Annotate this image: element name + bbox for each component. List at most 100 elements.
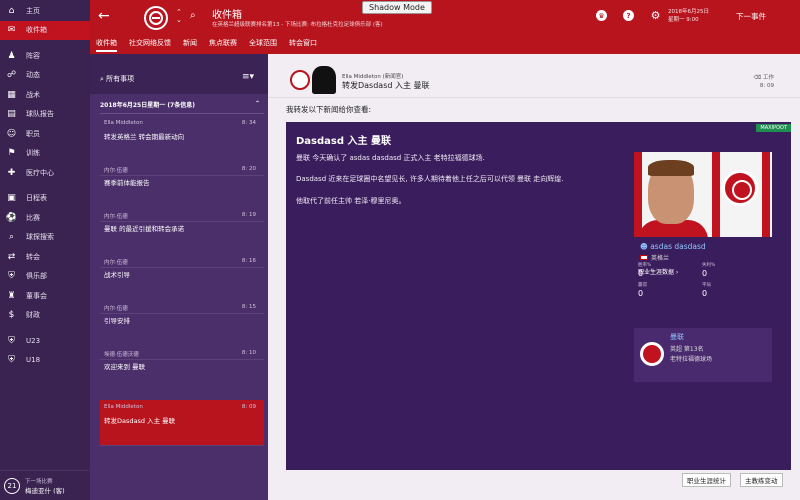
search-icon[interactable]: ⌕ [190, 10, 196, 21]
club-crest-icon [722, 170, 758, 206]
sidebar-nav: ⌂ 主页 ✉ 收件箱 ♟ 阵容 ☍ 动态 ▦ 战术 ▤ 球队报告 ☺ 职员 ⚑ 训练 ✚ 医疗中心 ▣ 日程表 ⚽ 比赛 ⌕… [0, 0, 90, 370]
continue-button[interactable]: 下一事件 [702, 0, 800, 32]
message-from: 内尔·伍德 [104, 214, 128, 220]
sidebar-item-label: 职员 [26, 129, 40, 138]
sidebar-item-training[interactable]: ⚑ 训练 [0, 144, 90, 164]
back-arrow-icon[interactable]: ← [98, 8, 110, 24]
player-nation-label: 英格兰 [651, 255, 670, 262]
stat-label: 失利% [702, 263, 716, 268]
sidebar-item-label: U18 [26, 356, 41, 365]
sidebar-item-label: 董事会 [26, 291, 47, 300]
message-subject: 转发英格兰 转会期最新动向 [104, 133, 185, 141]
message-item[interactable]: Ella Middleton 转发Dasdasd 入主 曼联 8: 09 [100, 400, 264, 446]
message-item[interactable]: 埃德·伍德沃德 欢迎来到 曼联 8: 10 [100, 346, 264, 406]
chevron-up-icon: ⌃ [254, 100, 260, 107]
sidebar-item-tactics[interactable]: ▦ 战术 [0, 85, 90, 105]
sidebar-item-inbox[interactable]: ✉ 收件箱 [0, 20, 90, 40]
person-icon: ☻ [640, 242, 651, 251]
coach-move-button[interactable]: 主教练变动 [740, 473, 783, 487]
sender-name[interactable]: Ella Middleton (新闻官) [342, 72, 403, 80]
club-name[interactable]: 曼联 [670, 332, 684, 342]
sidebar-item-staff[interactable]: ☺ 职员 [0, 124, 90, 144]
sidebar-item-squad[interactable]: ♟ 阵容 [0, 46, 90, 66]
article-title: Dasdasd 入主 曼联 [296, 136, 391, 147]
tab-0[interactable]: 收件箱 [96, 38, 117, 52]
article-paragraph-3: 他取代了前任主帅 若泽·穆里尼奥。 [296, 197, 406, 205]
sidebar-item-label: 转会 [26, 252, 40, 261]
home-icon: ⌂ [8, 5, 15, 16]
sidebar-item-match[interactable]: ⚽ 比赛 [0, 208, 90, 228]
staff-icon: ☺ [6, 128, 17, 139]
message-from: Ella Middleton [104, 404, 143, 410]
message-time: 8: 09 [241, 404, 256, 410]
club-stadium: 老特拉福德球场 [670, 356, 713, 363]
message-list-pane: ⌕ 所有事项 ≡▾ 2018年6月25日星期一 (7条信息) ⌃ Ella Mi… [90, 54, 268, 500]
message-from: 内尔·伍德 [104, 168, 128, 174]
board-icon: ♜ [7, 290, 16, 301]
sender-club-crest-icon [290, 70, 310, 90]
club-crest-icon[interactable] [144, 6, 168, 30]
next-match-panel[interactable]: 21 下一场比赛 梅迪亚什 (客) [0, 470, 90, 500]
sidebar-item-label: 财政 [26, 311, 40, 320]
message-time: 8: 09 [759, 83, 774, 89]
message-subject: 引导安排 [104, 317, 130, 325]
sidebar-item-board[interactable]: ♜ 董事会 [0, 286, 90, 306]
match-icon: ⚽ [5, 212, 18, 223]
news-article: MAXIPOOT Dasdasd 入主 曼联 曼联 今天确认了 asdas da… [286, 122, 791, 470]
message-time: 8: 10 [241, 350, 256, 356]
sender-avatar[interactable] [312, 66, 336, 94]
all-items-filter[interactable]: ⌕ 所有事项 [100, 74, 134, 84]
sidebar-item-home[interactable]: ⌂ 主页 [0, 1, 90, 21]
sidebar-item-calendar[interactable]: ▣ 日程表 [0, 189, 90, 209]
sidebar-item-club[interactable]: ⛨ 俱乐部 [0, 267, 90, 287]
help-icon[interactable]: ? [623, 10, 634, 21]
list-menu-icon[interactable]: ≡▾ [242, 72, 254, 82]
tab-4[interactable]: 全球范围 [249, 38, 277, 52]
date-group-header[interactable]: 2018年6月25日星期一 (7条信息) ⌃ [100, 100, 264, 114]
tab-2[interactable]: 新闻 [183, 38, 197, 52]
tab-1[interactable]: 社交网络反馈 [129, 38, 171, 52]
message-from: Ella Middleton [104, 120, 143, 126]
top-header: ← ⌃ ⌄ ⌕ 收件箱 在英格兰超级联赛排名第13 - 下场比赛: 布拉格杜克拉足… [90, 0, 800, 54]
sidebar-item-label: 收件箱 [26, 26, 47, 35]
u23-icon: ⛨ [8, 335, 15, 346]
career-stats-link[interactable]: 职业生涯数据 › [638, 267, 678, 276]
tab-3[interactable]: 焦点联赛 [209, 38, 237, 52]
dynamics-icon: ☍ [6, 70, 17, 81]
message-subject: 转发Dasdasd 入主 曼联 [104, 417, 176, 425]
club-rank: 英超 第13名 [670, 346, 704, 353]
tab-5[interactable]: 转会窗口 [289, 38, 317, 52]
up-down-chevron-icon[interactable]: ⌃ ⌄ [176, 8, 182, 24]
reading-pane: Ella Middleton (新闻官) 转发Dasdasd 入主 曼联 ⌫ 工… [268, 54, 800, 500]
sidebar-item-medical[interactable]: ✚ 医疗中心 [0, 163, 90, 183]
message-time: 8: 19 [241, 212, 256, 218]
date-group-label: 2018年6月25日星期一 (7条信息) [100, 102, 195, 109]
message-time: 8: 16 [241, 258, 256, 264]
sidebar-item-scouting[interactable]: ⌕ 球探搜索 [0, 228, 90, 248]
sidebar-item-u18[interactable]: ⛨ U18 [0, 351, 90, 371]
next-match-label: 下一场比赛 [25, 478, 53, 485]
flag-icon [640, 255, 648, 260]
sidebar-item-u23[interactable]: ⛨ U23 [0, 331, 90, 351]
sidebar-item-transfer[interactable]: ⇄ 转会 [0, 247, 90, 267]
career-stats-button[interactable]: 职业生涯统计 [682, 473, 731, 487]
player-portrait[interactable] [634, 152, 772, 237]
message-from: 内尔·伍德 [104, 260, 128, 266]
report-icon: ▤ [7, 109, 16, 120]
stat-label: 平局 [702, 283, 711, 288]
sidebar-item-dynamics[interactable]: ☍ 动态 [0, 66, 90, 86]
header-icons: ♛ ? ⚙ [596, 9, 661, 22]
player-name[interactable]: ☻ asdas dasdasd [640, 242, 706, 251]
tag-icon: ⌫ [753, 75, 763, 81]
trophy-icon[interactable]: ♛ [596, 10, 607, 21]
sidebar-item-report[interactable]: ▤ 球队报告 [0, 105, 90, 125]
club-crest-icon [640, 342, 664, 366]
sidebar-item-label: 比赛 [26, 213, 40, 222]
sidebar-item-finance[interactable]: $ 财政 [0, 306, 90, 326]
club-card[interactable]: 曼联 英超 第13名 老特拉福德球场 [634, 328, 772, 382]
gear-icon[interactable]: ⚙ [650, 9, 661, 22]
forward-note: 我转发以下新闻给你查看: [286, 105, 372, 114]
calendar-icon: ▣ [7, 193, 16, 204]
next-match-team: 梅迪亚什 (客) [25, 486, 65, 495]
message-time: 8: 20 [241, 166, 256, 172]
